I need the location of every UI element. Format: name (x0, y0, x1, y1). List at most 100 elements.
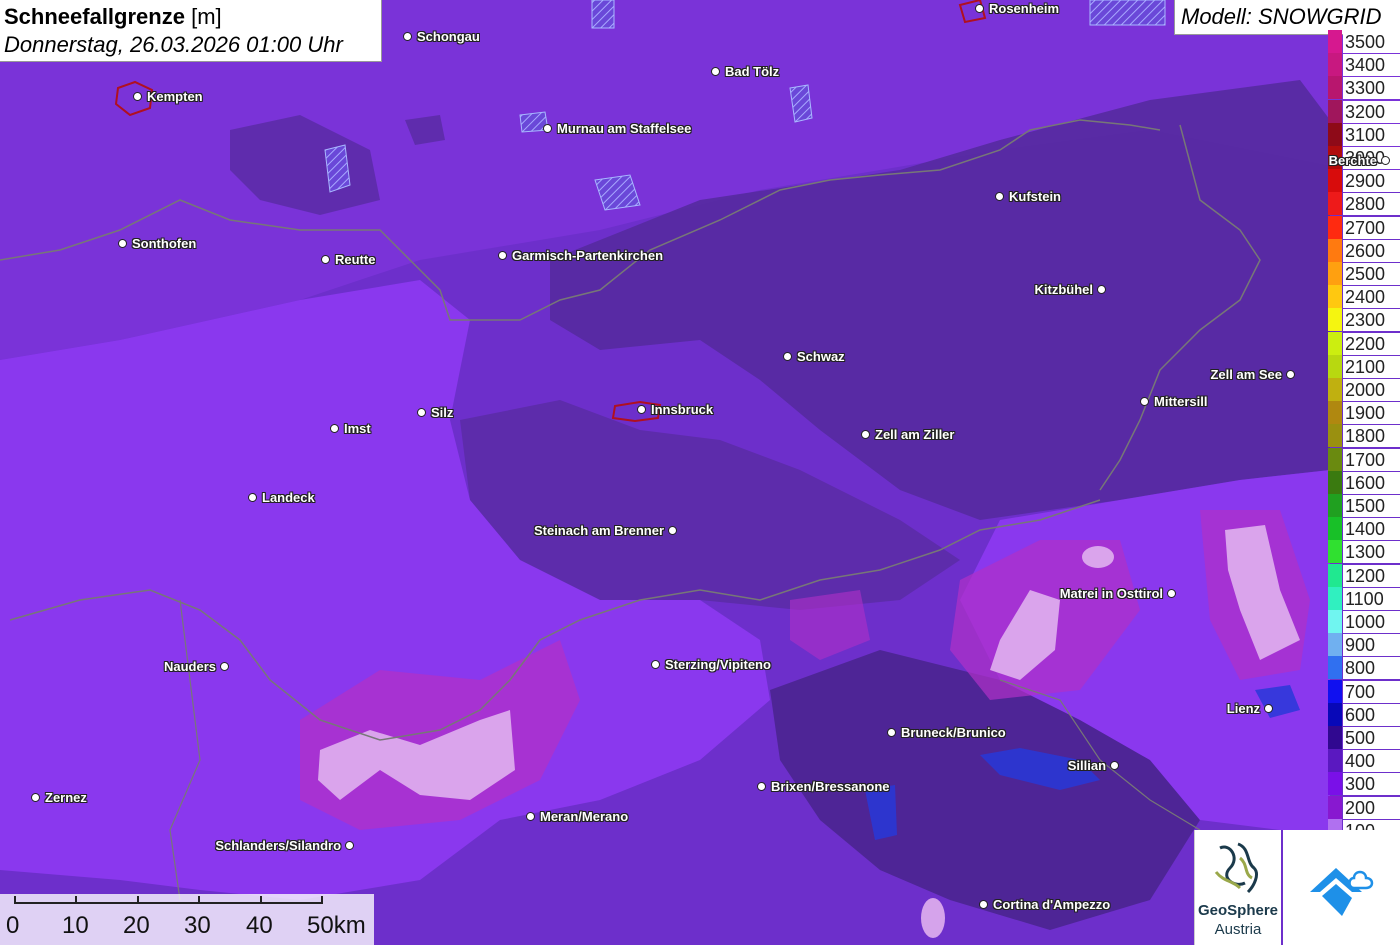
city-dot-icon (321, 255, 330, 264)
city-label: Matrei in Osttirol (1059, 586, 1164, 601)
legend-row: 1500 (1328, 494, 1400, 517)
city-label: Lienz (1226, 701, 1261, 716)
city-dot-icon (1264, 704, 1273, 713)
city-label: Bad Tölz (725, 64, 780, 79)
legend-swatch (1328, 563, 1342, 587)
legend-label: 1200 (1343, 564, 1400, 587)
legend-swatch (1328, 610, 1342, 633)
legend-row: 1200 (1328, 563, 1400, 587)
legend-swatch (1328, 540, 1342, 564)
legend-row: 500 (1328, 726, 1400, 749)
legend-label: 300 (1343, 773, 1400, 796)
legend-swatch (1328, 238, 1342, 262)
city-dot-icon (526, 812, 535, 821)
city-dot-icon (1110, 761, 1119, 770)
snowgrid-logo[interactable] (1283, 830, 1400, 945)
legend-row: 200 (1328, 795, 1400, 819)
legend-swatch (1328, 633, 1342, 657)
legend-label: 2400 (1343, 286, 1400, 309)
legend-swatch (1328, 331, 1342, 355)
legend-row: 3500 (1328, 30, 1400, 53)
legend-label: 1500 (1343, 495, 1400, 517)
mountain-cloud-icon (1310, 868, 1374, 916)
legend-swatch (1328, 354, 1342, 378)
map-title-text: Schneefallgrenze (4, 4, 185, 29)
legend-row: 700 (1328, 679, 1400, 703)
geosphere-sub: Austria (1214, 921, 1262, 938)
city-dot-icon (1381, 156, 1390, 165)
legend-swatch (1328, 308, 1342, 332)
city-label: Schwaz (797, 349, 845, 364)
scale-tick (321, 896, 323, 904)
scale-label: 0 (6, 912, 20, 939)
legend-row: 3200 (1328, 99, 1400, 123)
legend-swatch (1328, 262, 1342, 285)
legend-swatch (1328, 494, 1342, 517)
legend-row: 3400 (1328, 53, 1400, 77)
city-label: Sonthofen (132, 236, 197, 251)
legend-row: 1400 (1328, 517, 1400, 541)
legend-row: 2700 (1328, 215, 1400, 239)
city-label: Schongau (417, 29, 480, 44)
city-label: Garmisch-Partenkirchen (512, 248, 664, 263)
legend-label: 3200 (1343, 100, 1400, 123)
snowfall-line-map[interactable] (0, 0, 1400, 945)
city-dot-icon (133, 92, 142, 101)
light-peak-4 (1082, 546, 1114, 568)
map-datetime: Donnerstag, 26.03.2026 01:00 Uhr (4, 32, 343, 57)
legend-row: 1800 (1328, 424, 1400, 448)
geosphere-emblem-icon (1214, 842, 1258, 894)
legend-row: 1600 (1328, 470, 1400, 494)
map-title: Schneefallgrenze [m] (4, 3, 377, 31)
legend-swatch (1328, 702, 1342, 726)
geosphere-logo[interactable]: GeoSphere Austria (1194, 830, 1281, 945)
legend-label: 500 (1343, 727, 1400, 749)
city-label: Steinach am Brenner (533, 523, 665, 538)
city-dot-icon (345, 841, 354, 850)
legend-swatch (1328, 169, 1342, 193)
legend-label: 200 (1343, 796, 1400, 819)
city-label: Cortina d'Ampezzo (993, 897, 1111, 912)
legend-label: 800 (1343, 657, 1400, 680)
legend-label: 900 (1343, 634, 1400, 657)
city-dot-icon (1286, 370, 1295, 379)
legend-swatch (1328, 586, 1342, 610)
legend-label: 1000 (1343, 611, 1400, 633)
city-label: Zell am See (1210, 367, 1283, 382)
legend-label: 2100 (1343, 355, 1400, 378)
light-peak-5 (921, 898, 945, 938)
legend-row: 300 (1328, 772, 1400, 796)
city-label: Schlanders/Silandro (215, 838, 342, 853)
legend-swatch (1328, 53, 1342, 77)
lake-1 (591, 0, 615, 29)
legend-label: 3100 (1343, 123, 1400, 146)
city-dot-icon (979, 900, 988, 909)
city-label: Nauders (163, 659, 217, 674)
legend-swatch (1328, 192, 1342, 216)
city-label: Brixen/Bressanone (771, 779, 890, 794)
lake-3 (324, 144, 351, 193)
city-label: Berchte (1328, 153, 1378, 168)
city-label: Innsbruck (651, 402, 714, 417)
legend-label: 400 (1343, 750, 1400, 773)
scale-label: 10 (62, 912, 89, 939)
legend-label: 1100 (1343, 587, 1400, 610)
legend-row: 2400 (1328, 285, 1400, 309)
city-label: Meran/Merano (540, 809, 629, 824)
city-label: Kitzbühel (1034, 282, 1094, 297)
city-label: Landeck (262, 490, 315, 505)
geosphere-name: GeoSphere (1197, 902, 1279, 919)
lake-2 (1089, 0, 1166, 26)
legend-swatch (1328, 517, 1342, 541)
city-dot-icon (783, 352, 792, 361)
legend-swatch (1328, 470, 1342, 494)
legend-label: 1700 (1343, 448, 1400, 471)
legend-swatch (1328, 285, 1342, 309)
city-dot-icon (498, 251, 507, 260)
city-label: Sillian (1067, 758, 1107, 773)
city-dot-icon (403, 32, 412, 41)
legend-row: 1100 (1328, 586, 1400, 610)
legend-row: 2900 (1328, 169, 1400, 193)
map-title-unit: [m] (191, 4, 222, 29)
legend-label: 2500 (1343, 263, 1400, 285)
